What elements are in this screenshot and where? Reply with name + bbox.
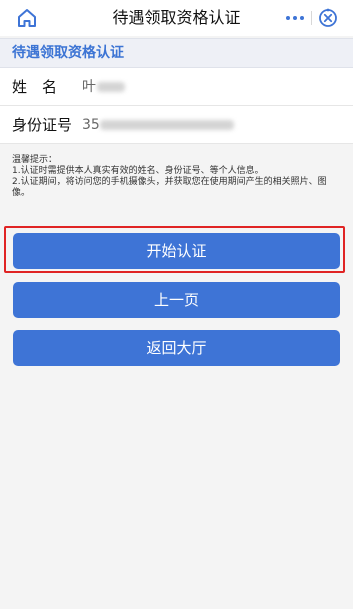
name-masked (97, 82, 125, 92)
name-row: 姓 名 叶 (0, 68, 353, 106)
close-icon[interactable] (317, 7, 339, 29)
home-icon[interactable] (16, 7, 38, 29)
id-row: 身份证号 35 (0, 106, 353, 144)
tips-line-1: 1.认证时需提供本人真实有效的姓名、身份证号、等个人信息。 (12, 166, 264, 176)
start-auth-button[interactable]: 开始认证 (13, 233, 340, 269)
tips-line-2: 2.认证期间，将访问您的手机摄像头，并获取您在使用期间产生的相关照片、图像。 (12, 177, 327, 198)
id-label: 身份证号 (12, 116, 73, 134)
back-to-hall-button[interactable]: 返回大厅 (13, 330, 340, 366)
id-value: 35 (82, 117, 100, 133)
name-value: 叶 (82, 79, 96, 95)
nav-bar: 待遇领取资格认证 (0, 0, 353, 36)
more-icon[interactable] (282, 8, 308, 28)
tips-heading: 温馨提示： (12, 155, 58, 165)
name-label: 姓 名 (12, 78, 58, 96)
tips: 温馨提示： 1.认证时需提供本人真实有效的姓名、身份证号、等个人信息。 2.认证… (12, 155, 344, 199)
section-header: 待遇领取资格认证 (0, 38, 353, 68)
nav-divider (311, 11, 312, 25)
section-title: 待遇领取资格认证 (12, 45, 124, 61)
page-title: 待遇领取资格认证 (112, 8, 241, 27)
previous-page-button[interactable]: 上一页 (13, 282, 340, 318)
id-masked (100, 120, 234, 130)
